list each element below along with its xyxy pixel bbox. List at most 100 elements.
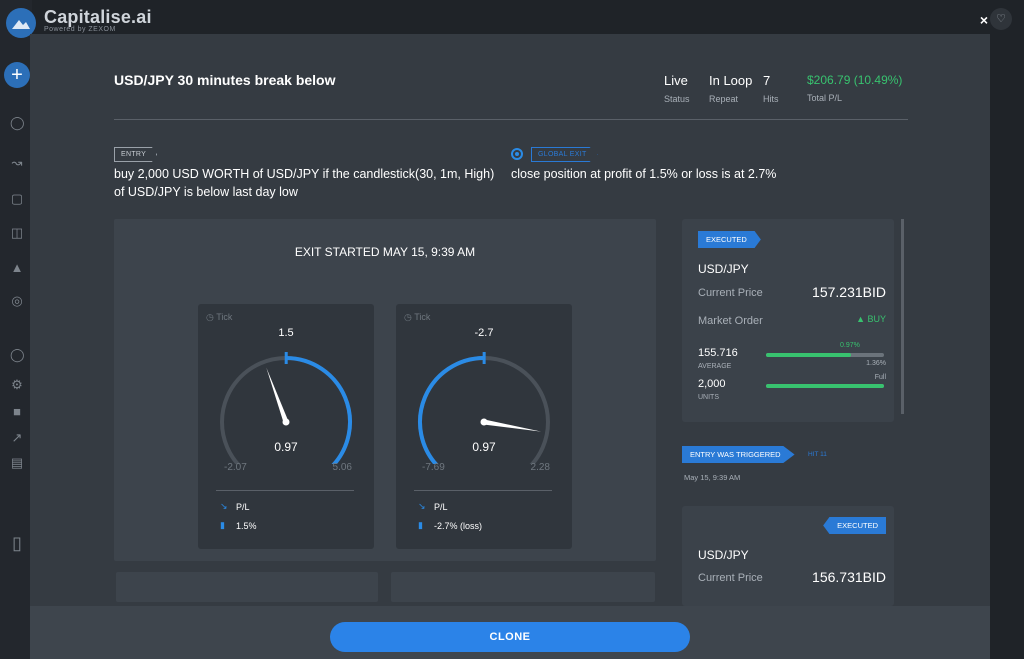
lightbulb-icon[interactable]: ◯ — [10, 116, 25, 130]
stat-value: Live — [664, 73, 688, 88]
gauge-pivot — [282, 418, 290, 426]
exit-radio[interactable] — [511, 148, 523, 160]
gauge-max: 2.28 — [530, 462, 550, 473]
progress-fill — [766, 353, 851, 357]
stat-value: In Loop — [709, 73, 753, 88]
buy-side: ▲ BUY — [856, 314, 886, 324]
clone-button[interactable]: CLONE — [330, 622, 690, 652]
side-label: BUY — [867, 314, 886, 324]
units-label: UNITS — [698, 394, 719, 401]
briefcase-icon[interactable]: ▢ — [10, 192, 24, 206]
gauge-min: -2.07 — [224, 462, 247, 473]
divider — [216, 490, 354, 491]
gauge-max: 5.06 — [332, 462, 352, 473]
pair-name: USD/JPY — [698, 262, 749, 276]
modal-footer: CLONE — [30, 606, 990, 659]
close-icon[interactable]: × — [977, 13, 991, 27]
tick-label: ◷ Tick — [206, 312, 233, 322]
tick-text: Tick — [414, 312, 431, 322]
brand-subtitle: Powered by ZEXOM — [44, 26, 116, 33]
hit-count[interactable]: HIT 11 — [808, 451, 827, 458]
units-value: 2,000 — [698, 378, 726, 390]
current-price: 156.731BID — [812, 569, 886, 585]
range-icon: ▮ — [220, 520, 225, 530]
gauge-pivot — [480, 418, 488, 426]
progress-pct: 0.97% — [840, 342, 860, 349]
support-icon[interactable]: ◎ — [10, 294, 24, 308]
executed-badge: EXECUTED — [698, 231, 761, 248]
education-icon[interactable]: ▲ — [10, 261, 24, 275]
strategy-modal: USD/JPY 30 minutes break below Live Stat… — [30, 34, 990, 659]
tick-text: Tick — [216, 312, 233, 322]
progress-bar — [766, 353, 884, 357]
loss-gauge-card: ◷ Tick -2.7 0.97 -7.69 2.28 ↘ P/L ▮ -2.7… — [396, 304, 572, 549]
chat-icon[interactable]: ◫ — [10, 226, 24, 240]
average-label: AVERAGE — [698, 363, 732, 370]
stat-repeat: In Loop Repeat — [709, 73, 752, 104]
order-card-2: EXECUTED USD/JPY Current Price 156.731BI… — [682, 506, 894, 606]
legend-target: 1.5% — [236, 521, 257, 531]
bell-icon[interactable]: ♡ — [990, 8, 1012, 30]
exit-tag: GLOBAL EXIT — [531, 147, 598, 162]
current-price-label: Current Price — [698, 287, 763, 299]
pair-name: USD/JPY — [698, 548, 749, 562]
units-fill — [766, 384, 884, 388]
settings-icon[interactable]: ⚙ — [10, 378, 24, 392]
divider — [414, 490, 552, 491]
mobile-icon[interactable]: ▯ — [10, 534, 24, 558]
stat-total-pl: $206.79 (10.49%) Total P/L — [807, 73, 902, 103]
entry-line-1: buy 2,000 USD WORTH of USD/JPY if the ca… — [114, 167, 495, 181]
panel-stub-left — [116, 572, 378, 602]
document-icon[interactable]: ▤ — [10, 456, 24, 470]
units-bar — [766, 384, 884, 388]
tick-label: ◷ Tick — [404, 312, 431, 322]
entry-line-2: of USD/JPY is below last day low — [114, 185, 298, 199]
average-price: 155.716 — [698, 347, 738, 359]
target-pct: 1.36% — [866, 360, 886, 367]
needle-icon: ↘ — [220, 501, 228, 511]
gauge-needle — [266, 367, 289, 423]
order-card: EXECUTED USD/JPY Current Price 157.231BI… — [682, 219, 894, 422]
app-sidebar: + ◯ ↝ ▢ ◫ ▲ ◎ ◯ ⚙ ■ ↗ ▤ ▯ — [0, 0, 32, 659]
current-price-label: Current Price — [698, 572, 763, 584]
stat-status: Live Status — [664, 73, 690, 104]
entry-condition: buy 2,000 USD WORTH of USD/JPY if the ca… — [114, 165, 494, 201]
gauge-threshold-value: 1.5 — [278, 327, 294, 339]
stat-label: Total P/L — [807, 93, 843, 103]
stat-value: $206.79 (10.49%) — [807, 73, 903, 87]
stat-hits: 7 Hits — [763, 73, 779, 104]
stat-label: Status — [664, 94, 690, 104]
legend-pl: P/L — [434, 502, 448, 512]
user-icon[interactable]: ◯ — [10, 348, 25, 362]
gauge-current-value: 0.97 — [274, 440, 298, 454]
exit-panel: EXIT STARTED MAY 15, 9:39 AM ◷ Tick 1.5 … — [114, 219, 656, 561]
exit-started-title: EXIT STARTED MAY 15, 9:39 AM — [294, 245, 476, 259]
executed-badge: EXECUTED — [823, 517, 886, 534]
gauge-threshold-value: -2.7 — [474, 327, 494, 339]
needle-icon: ↘ — [418, 501, 426, 511]
chart-icon[interactable]: ↝ — [10, 156, 24, 170]
divider — [114, 119, 908, 120]
gauge-needle — [483, 419, 542, 432]
units-status: Full — [874, 374, 886, 381]
entry-triggered-badge: ENTRY WAS TRIGGERED — [682, 446, 795, 463]
legend-pl: P/L — [236, 502, 250, 512]
trigger-time: May 15, 9:39 AM — [684, 473, 741, 482]
stat-value: 7 — [763, 73, 771, 88]
current-price: 157.231BID — [812, 284, 886, 300]
exit-condition: close position at profit of 1.5% or loss… — [511, 167, 777, 181]
order-type: Market Order — [698, 315, 763, 327]
brand-name: Capitalise.ai — [44, 7, 152, 27]
panel-stub-right — [391, 572, 655, 602]
stat-label: Hits — [763, 94, 779, 104]
add-strategy-button[interactable]: + — [4, 62, 30, 88]
gauge-min: -7.69 — [422, 462, 445, 473]
lock-icon[interactable]: ■ — [10, 405, 24, 419]
profit-gauge-card: ◷ Tick 1.5 0.97 -2.07 5.06 ↘ P/L ▮ 1.5% — [198, 304, 374, 549]
side-scrollbar[interactable] — [901, 219, 904, 414]
stat-label: Repeat — [709, 94, 739, 104]
link-icon[interactable]: ↗ — [10, 431, 24, 445]
range-icon: ▮ — [418, 520, 423, 530]
entry-tag: ENTRY — [114, 147, 158, 162]
strategy-title: USD/JPY 30 minutes break below — [114, 72, 336, 88]
